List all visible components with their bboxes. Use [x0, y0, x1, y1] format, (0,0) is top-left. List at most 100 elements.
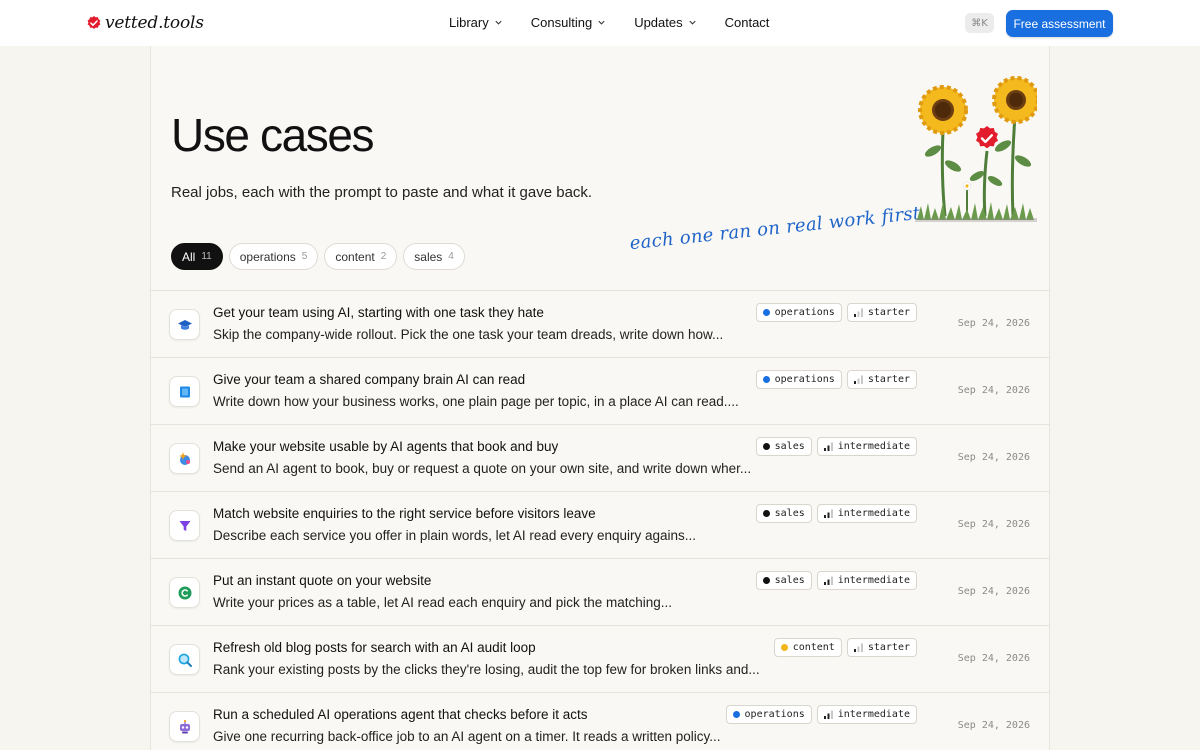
signal-bars-icon — [823, 576, 833, 585]
use-case-title: Make your website usable by AI agents th… — [213, 439, 559, 454]
category-tag[interactable]: operations — [725, 705, 812, 724]
level-label: intermediate — [837, 441, 910, 452]
category-tag[interactable]: operations — [755, 370, 842, 389]
category-tag[interactable]: sales — [755, 437, 812, 456]
nav-contact[interactable]: Contact — [725, 15, 770, 30]
nav-consulting-label: Consulting — [530, 15, 593, 30]
chevron-down-icon — [495, 20, 502, 25]
book-icon — [169, 376, 200, 407]
category-dot — [762, 577, 770, 584]
level-tag: starter — [846, 370, 917, 389]
category-dot — [732, 711, 740, 718]
category-dot — [762, 443, 770, 450]
nav-library[interactable]: Library — [449, 15, 503, 30]
filter-count: 2 — [380, 251, 387, 262]
category-tag[interactable]: operations — [755, 303, 842, 322]
brand-name: vetted.tools — [105, 13, 204, 33]
use-case-title: Match website enquiries to the right ser… — [213, 506, 596, 521]
page-title: Use cases — [171, 109, 375, 161]
use-case-date: Sep 24, 2026 — [957, 586, 1030, 597]
level-label: intermediate — [837, 508, 910, 519]
level-tag: intermediate — [816, 571, 917, 590]
use-case-date: Sep 24, 2026 — [957, 452, 1030, 463]
use-case-tags: sales intermediate — [755, 571, 917, 590]
level-label: starter — [867, 307, 910, 318]
top-navbar: vetted.tools Library Consulting Updates … — [0, 0, 1200, 46]
nav-library-label: Library — [449, 15, 489, 30]
category-label: operations — [774, 374, 835, 385]
filter-all[interactable]: All 11 — [171, 243, 223, 270]
filter-label: sales — [414, 249, 443, 264]
use-case-tags: operations intermediate — [725, 705, 917, 724]
filter-operations[interactable]: operations 5 — [228, 243, 319, 270]
use-case-title: Get your team using AI, starting with on… — [213, 305, 544, 320]
category-dot — [762, 376, 770, 383]
category-tag[interactable]: content — [773, 638, 842, 657]
sunflowers-illustration — [915, 76, 1037, 222]
level-tag: intermediate — [816, 437, 917, 456]
use-case-row[interactable]: Make your website usable by AI agents th… — [151, 425, 1049, 492]
use-case-title: Refresh old blog posts for search with a… — [213, 640, 536, 655]
signal-bars-icon — [823, 710, 833, 719]
nav-updates[interactable]: Updates — [634, 15, 696, 30]
verified-badge-icon — [87, 16, 101, 29]
level-tag: intermediate — [816, 504, 917, 523]
filter-content[interactable]: content 2 — [324, 243, 398, 270]
level-tag: starter — [846, 638, 917, 657]
use-case-date: Sep 24, 2026 — [957, 653, 1030, 664]
level-tag: intermediate — [816, 705, 917, 724]
use-case-title: Give your team a shared company brain AI… — [213, 372, 526, 387]
use-case-title: Run a scheduled AI operations agent that… — [213, 707, 588, 722]
filter-count: 5 — [301, 251, 308, 262]
category-dot — [780, 644, 788, 651]
category-tag[interactable]: sales — [755, 571, 812, 590]
use-case-row[interactable]: Give your team a shared company brain AI… — [151, 358, 1049, 425]
use-case-row[interactable]: Refresh old blog posts for search with a… — [151, 626, 1049, 693]
funnel-icon — [169, 510, 200, 541]
use-case-title: Put an instant quote on your website — [213, 573, 432, 588]
level-label: starter — [867, 374, 910, 385]
main-content: Use cases Real jobs, each with the promp… — [150, 46, 1050, 750]
chevron-down-icon — [689, 20, 696, 25]
free-assessment-button[interactable]: Free assessment — [1006, 10, 1113, 37]
magnifier-icon — [169, 644, 200, 675]
category-label: operations — [744, 709, 805, 720]
nav-consulting[interactable]: Consulting — [531, 15, 606, 30]
nav-updates-label: Updates — [634, 15, 683, 30]
page-subtitle: Real jobs, each with the prompt to paste… — [171, 184, 593, 201]
level-label: intermediate — [837, 575, 910, 586]
category-tag[interactable]: sales — [755, 504, 812, 523]
category-filters: All 11 operations 5 content 2 sales 4 — [171, 243, 465, 270]
filter-sales[interactable]: sales 4 — [403, 243, 465, 270]
agent-sparkle-icon — [169, 443, 200, 474]
signal-bars-icon — [853, 643, 863, 652]
category-dot — [762, 510, 770, 517]
nav-contact-label: Contact — [724, 15, 770, 30]
filter-label: operations — [239, 249, 296, 264]
use-case-tags: sales intermediate — [755, 504, 917, 523]
level-label: intermediate — [837, 709, 910, 720]
signal-bars-icon — [823, 442, 833, 451]
filter-label: content — [335, 249, 375, 264]
use-case-tags: operations starter — [755, 303, 917, 322]
filter-count: 4 — [448, 251, 454, 262]
category-label: operations — [774, 307, 835, 318]
signal-bars-icon — [823, 509, 833, 518]
use-case-row[interactable]: Match website enquiries to the right ser… — [151, 492, 1049, 559]
use-case-description: Write down how your business works, one … — [213, 394, 739, 409]
use-case-tags: operations starter — [755, 370, 917, 389]
brand-logo[interactable]: vetted.tools — [86, 12, 204, 34]
use-case-description: Send an AI agent to book, buy or request… — [213, 461, 752, 476]
handwritten-note: each one ran on real work first — [628, 202, 922, 255]
use-case-row[interactable]: Get your team using AI, starting with on… — [151, 291, 1049, 358]
use-case-row[interactable]: Put an instant quote on your website Wri… — [151, 559, 1049, 626]
quote-coin-icon — [169, 577, 200, 608]
search-shortcut-button[interactable]: ⌘K — [965, 13, 994, 33]
use-case-row[interactable]: Run a scheduled AI operations agent that… — [151, 693, 1049, 750]
robot-icon — [169, 711, 200, 742]
filter-label: All — [182, 249, 196, 264]
category-label: sales — [774, 441, 805, 452]
use-case-date: Sep 24, 2026 — [957, 519, 1030, 530]
level-label: starter — [867, 642, 910, 653]
use-case-description: Write your prices as a table, let AI rea… — [213, 595, 672, 610]
